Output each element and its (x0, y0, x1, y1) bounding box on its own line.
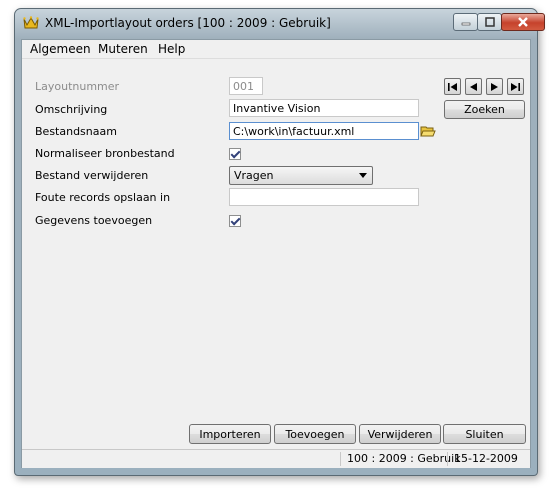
foute-records-field[interactable] (229, 188, 419, 206)
window-title: XML-Importlayout orders [100 : 2009 : Ge… (45, 16, 331, 30)
bestandsnaam-label: Bestandsnaam (35, 125, 117, 138)
status-bar: 100 : 2009 : Gebruik 15-12-2009 (22, 449, 530, 468)
bestand-verwijderen-select[interactable]: Vragen (229, 166, 373, 185)
application-window: XML-Importlayout orders [100 : 2009 : Ge… (14, 8, 545, 476)
last-record-button[interactable] (507, 78, 524, 95)
menu-muteren[interactable]: Muteren (98, 42, 148, 56)
gegevens-toevoegen-label: Gegevens toevoegen (35, 214, 153, 227)
client-area: Algemeen Muteren Help Layoutnummer 001 O… (21, 39, 531, 468)
bestandsnaam-field[interactable]: C:\work\in\factuur.xml (229, 122, 419, 140)
omschrijving-label: Omschrijving (35, 103, 108, 116)
gegevens-toevoegen-checkbox[interactable] (229, 215, 241, 227)
sluiten-button[interactable]: Sluiten (443, 424, 526, 444)
normaliseer-label: Normaliseer bronbestand (35, 147, 175, 160)
open-folder-icon[interactable] (420, 123, 436, 139)
next-record-icon (491, 82, 498, 91)
title-bar[interactable]: XML-Importlayout orders [100 : 2009 : Ge… (15, 9, 545, 39)
first-record-icon (448, 82, 457, 91)
zoeken-button[interactable]: Zoeken (444, 100, 525, 119)
verwijderen-button[interactable]: Verwijderen (359, 424, 441, 444)
menu-bar: Algemeen Muteren Help (22, 40, 530, 59)
menu-algemeen[interactable]: Algemeen (30, 42, 91, 56)
verwijderen-label: Bestand verwijderen (35, 169, 149, 182)
menu-help[interactable]: Help (158, 42, 185, 56)
status-context: 100 : 2009 : Gebruik (340, 452, 461, 466)
previous-record-button[interactable] (465, 78, 482, 95)
status-date: 15-12-2009 (447, 452, 524, 466)
previous-record-icon (470, 82, 477, 91)
layoutnummer-label: Layoutnummer (35, 80, 120, 93)
next-record-button[interactable] (486, 78, 503, 95)
maximize-icon (484, 17, 495, 27)
close-icon (518, 17, 528, 27)
first-record-button[interactable] (444, 78, 461, 95)
layoutnummer-field: 001 (229, 77, 263, 95)
bestand-verwijderen-value: Vragen (234, 169, 274, 182)
foute-records-label: Foute records opslaan in (35, 191, 171, 204)
minimize-icon (461, 22, 470, 26)
chevron-down-icon (359, 173, 367, 178)
crown-icon (23, 16, 39, 30)
maximize-button[interactable] (477, 13, 502, 31)
close-button[interactable] (501, 13, 545, 31)
minimize-button[interactable] (453, 13, 478, 31)
normaliseer-checkbox[interactable] (229, 148, 241, 160)
last-record-icon (511, 82, 520, 91)
omschrijving-field[interactable]: Invantive Vision (229, 99, 419, 117)
importeren-button[interactable]: Importeren (189, 424, 271, 444)
toevoegen-button[interactable]: Toevoegen (274, 424, 356, 444)
